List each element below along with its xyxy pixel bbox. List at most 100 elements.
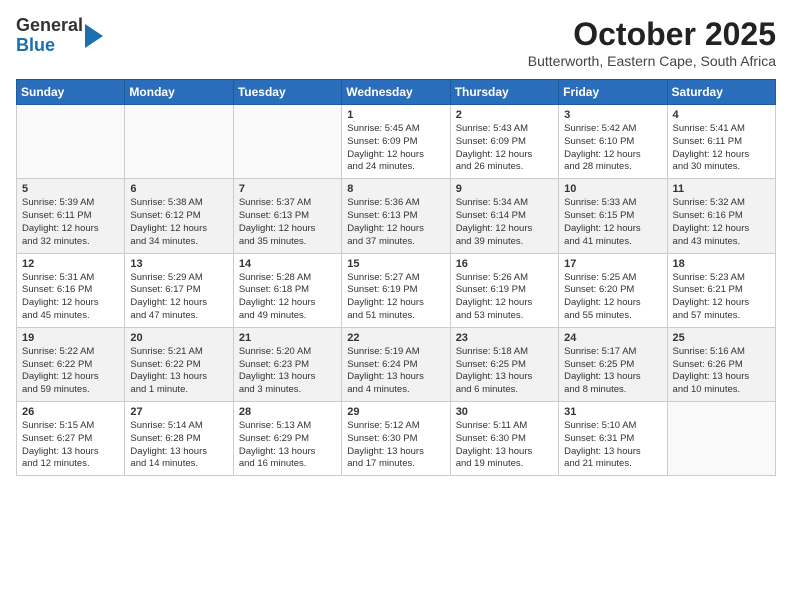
calendar-cell: 9Sunrise: 5:34 AM Sunset: 6:14 PM Daylig…	[450, 179, 558, 253]
day-number: 2	[456, 109, 553, 121]
calendar-cell: 2 Sunrise: 5:43 AM Sunset: 6:09 PM Daylig…	[450, 105, 558, 179]
day-info: Sunrise: 5:21 AM Sunset: 6:22 PM Dayligh…	[130, 346, 227, 397]
calendar-week-row: 12 Sunrise: 5:31 AM Sunset: 6:16 PM Dayli…	[17, 253, 776, 327]
calendar-cell: 6 Sunrise: 5:38 AM Sunset: 6:12 PM Daylig…	[125, 179, 233, 253]
day-info: Sunrise: 5:29 AM Sunset: 6:17 PM Dayligh…	[130, 272, 227, 323]
day-info: Sunrise: 5:31 AM Sunset: 6:16 PM Dayligh…	[22, 272, 119, 323]
calendar-cell: 31 Sunrise: 5:10 AM Sunset: 6:31 PM Dayli…	[559, 402, 667, 476]
day-number: 10	[564, 183, 661, 195]
day-number: 8	[347, 183, 444, 195]
day-info: Sunrise: 5:23 AM Sunset: 6:21 PM Dayligh…	[673, 272, 770, 323]
day-number: 25	[673, 332, 770, 344]
calendar-cell: 5 Sunrise: 5:39 AM Sunset: 6:11 PM Daylig…	[17, 179, 125, 253]
day-info: Sunrise: 5:41 AM Sunset: 6:11 PM Dayligh…	[673, 123, 770, 174]
calendar-week-row: 26Sunrise: 5:15 AM Sunset: 6:27 PM Dayli…	[17, 402, 776, 476]
day-number: 24	[564, 332, 661, 344]
day-info: Sunrise: 5:39 AM Sunset: 6:11 PM Dayligh…	[22, 197, 119, 248]
day-info: Sunrise: 5:14 AM Sunset: 6:28 PM Dayligh…	[130, 420, 227, 471]
day-number: 14	[239, 258, 336, 270]
calendar-cell: 29 Sunrise: 5:12 AM Sunset: 6:30 PM Dayli…	[342, 402, 450, 476]
calendar-cell: 13 Sunrise: 5:29 AM Sunset: 6:17 PM Dayli…	[125, 253, 233, 327]
calendar-cell: 3 Sunrise: 5:42 AM Sunset: 6:10 PM Daylig…	[559, 105, 667, 179]
day-info: Sunrise: 5:10 AM Sunset: 6:31 PM Dayligh…	[564, 420, 661, 471]
title-block: October 2025 Butterworth, Eastern Cape, …	[528, 16, 776, 69]
day-info: Sunrise: 5:19 AM Sunset: 6:24 PM Dayligh…	[347, 346, 444, 397]
day-info: Sunrise: 5:33 AM Sunset: 6:15 PM Dayligh…	[564, 197, 661, 248]
day-info: Sunrise: 5:43 AM Sunset: 6:09 PM Dayligh…	[456, 123, 553, 174]
location-subtitle: Butterworth, Eastern Cape, South Africa	[528, 53, 776, 69]
day-info: Sunrise: 5:45 AM Sunset: 6:09 PM Dayligh…	[347, 123, 444, 174]
day-info: Sunrise: 5:37 AM Sunset: 6:13 PM Dayligh…	[239, 197, 336, 248]
weekday-header-sunday: Sunday	[17, 80, 125, 105]
day-info: Sunrise: 5:16 AM Sunset: 6:26 PM Dayligh…	[673, 346, 770, 397]
day-number: 12	[22, 258, 119, 270]
calendar-body: 1 Sunrise: 5:45 AM Sunset: 6:09 PM Daylig…	[17, 105, 776, 476]
calendar-cell: 15 Sunrise: 5:27 AM Sunset: 6:19 PM Dayli…	[342, 253, 450, 327]
day-number: 1	[347, 109, 444, 121]
calendar-cell	[17, 105, 125, 179]
day-number: 13	[130, 258, 227, 270]
calendar-cell: 21 Sunrise: 5:20 AM Sunset: 6:23 PM Dayli…	[233, 327, 341, 401]
day-number: 29	[347, 406, 444, 418]
day-number: 22	[347, 332, 444, 344]
calendar-cell	[233, 105, 341, 179]
calendar-cell: 8 Sunrise: 5:36 AM Sunset: 6:13 PM Daylig…	[342, 179, 450, 253]
day-info: Sunrise: 5:38 AM Sunset: 6:12 PM Dayligh…	[130, 197, 227, 248]
calendar-cell	[667, 402, 775, 476]
calendar-cell: 30Sunrise: 5:11 AM Sunset: 6:30 PM Dayli…	[450, 402, 558, 476]
day-number: 27	[130, 406, 227, 418]
day-number: 15	[347, 258, 444, 270]
day-number: 21	[239, 332, 336, 344]
calendar-cell: 17Sunrise: 5:25 AM Sunset: 6:20 PM Dayli…	[559, 253, 667, 327]
day-number: 23	[456, 332, 553, 344]
weekday-header-row: SundayMondayTuesdayWednesdayThursdayFrid…	[17, 80, 776, 105]
calendar-cell: 12 Sunrise: 5:31 AM Sunset: 6:16 PM Dayli…	[17, 253, 125, 327]
day-info: Sunrise: 5:13 AM Sunset: 6:29 PM Dayligh…	[239, 420, 336, 471]
weekday-header-saturday: Saturday	[667, 80, 775, 105]
month-year-title: October 2025	[528, 16, 776, 53]
weekday-header-friday: Friday	[559, 80, 667, 105]
calendar-cell: 1 Sunrise: 5:45 AM Sunset: 6:09 PM Daylig…	[342, 105, 450, 179]
day-number: 5	[22, 183, 119, 195]
day-number: 28	[239, 406, 336, 418]
calendar-cell: 23Sunrise: 5:18 AM Sunset: 6:25 PM Dayli…	[450, 327, 558, 401]
day-number: 18	[673, 258, 770, 270]
logo-blue: Blue	[16, 35, 55, 55]
calendar-cell: 11 Sunrise: 5:32 AM Sunset: 6:16 PM Dayli…	[667, 179, 775, 253]
logo-arrow-icon	[85, 24, 103, 48]
day-info: Sunrise: 5:32 AM Sunset: 6:16 PM Dayligh…	[673, 197, 770, 248]
weekday-header-tuesday: Tuesday	[233, 80, 341, 105]
day-number: 6	[130, 183, 227, 195]
day-number: 7	[239, 183, 336, 195]
calendar-cell: 22 Sunrise: 5:19 AM Sunset: 6:24 PM Dayli…	[342, 327, 450, 401]
day-info: Sunrise: 5:34 AM Sunset: 6:14 PM Dayligh…	[456, 197, 553, 248]
weekday-header-wednesday: Wednesday	[342, 80, 450, 105]
day-info: Sunrise: 5:17 AM Sunset: 6:25 PM Dayligh…	[564, 346, 661, 397]
calendar-table: SundayMondayTuesdayWednesdayThursdayFrid…	[16, 79, 776, 476]
day-info: Sunrise: 5:20 AM Sunset: 6:23 PM Dayligh…	[239, 346, 336, 397]
day-info: Sunrise: 5:28 AM Sunset: 6:18 PM Dayligh…	[239, 272, 336, 323]
logo-general: General	[16, 15, 83, 35]
calendar-cell: 7 Sunrise: 5:37 AM Sunset: 6:13 PM Daylig…	[233, 179, 341, 253]
day-number: 26	[22, 406, 119, 418]
day-info: Sunrise: 5:12 AM Sunset: 6:30 PM Dayligh…	[347, 420, 444, 471]
day-info: Sunrise: 5:27 AM Sunset: 6:19 PM Dayligh…	[347, 272, 444, 323]
calendar-week-row: 5 Sunrise: 5:39 AM Sunset: 6:11 PM Daylig…	[17, 179, 776, 253]
page-header: General Blue October 2025 Butterworth, E…	[16, 16, 776, 69]
calendar-cell: 19Sunrise: 5:22 AM Sunset: 6:22 PM Dayli…	[17, 327, 125, 401]
day-number: 3	[564, 109, 661, 121]
calendar-cell: 14 Sunrise: 5:28 AM Sunset: 6:18 PM Dayli…	[233, 253, 341, 327]
day-number: 30	[456, 406, 553, 418]
calendar-cell: 27 Sunrise: 5:14 AM Sunset: 6:28 PM Dayli…	[125, 402, 233, 476]
calendar-cell: 26Sunrise: 5:15 AM Sunset: 6:27 PM Dayli…	[17, 402, 125, 476]
calendar-cell: 28 Sunrise: 5:13 AM Sunset: 6:29 PM Dayli…	[233, 402, 341, 476]
calendar-cell: 18 Sunrise: 5:23 AM Sunset: 6:21 PM Dayli…	[667, 253, 775, 327]
day-number: 31	[564, 406, 661, 418]
day-info: Sunrise: 5:42 AM Sunset: 6:10 PM Dayligh…	[564, 123, 661, 174]
calendar-cell: 16Sunrise: 5:26 AM Sunset: 6:19 PM Dayli…	[450, 253, 558, 327]
day-number: 11	[673, 183, 770, 195]
calendar-cell	[125, 105, 233, 179]
day-info: Sunrise: 5:36 AM Sunset: 6:13 PM Dayligh…	[347, 197, 444, 248]
calendar-header: SundayMondayTuesdayWednesdayThursdayFrid…	[17, 80, 776, 105]
day-info: Sunrise: 5:26 AM Sunset: 6:19 PM Dayligh…	[456, 272, 553, 323]
